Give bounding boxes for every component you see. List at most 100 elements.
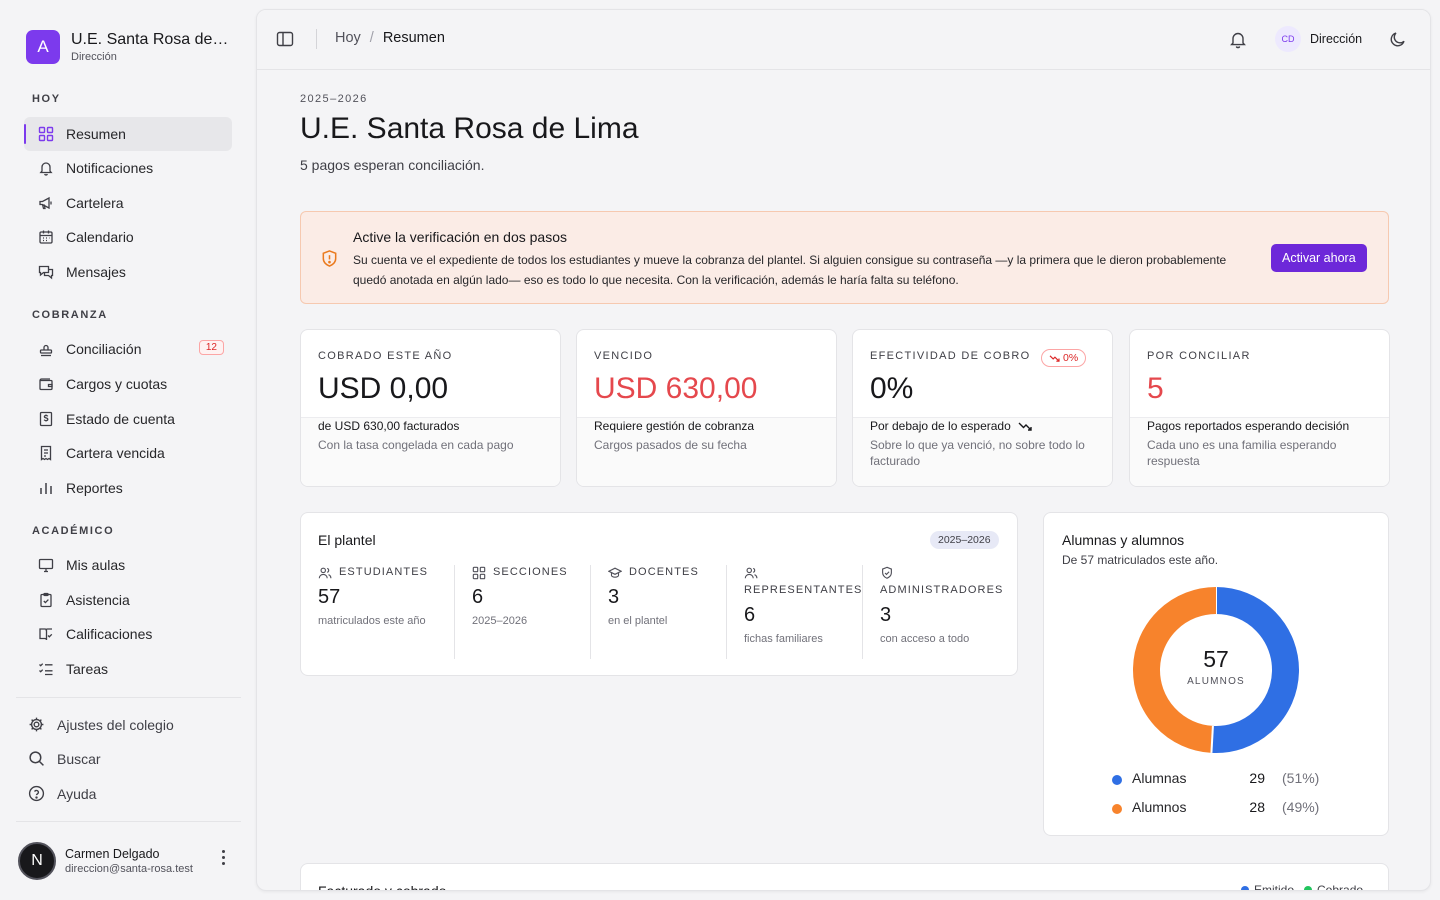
sidebar-item-calificaciones[interactable]: Calificaciones	[24, 617, 232, 651]
metric-docentes: DOCENTES 3 en el plantel	[608, 566, 699, 627]
stat-sub: Requiere gestión de cobranza	[594, 419, 755, 433]
sidebar-item-cargos-y-cuotas[interactable]: Cargos y cuotas	[24, 367, 232, 401]
search-icon	[29, 751, 44, 766]
page-title: U.E. Santa Rosa de Lima	[300, 112, 639, 145]
sidebar-item-cartera-vencida[interactable]: Cartera vencida	[24, 436, 232, 470]
school-switcher[interactable]: A U.E. Santa Rosa de Lima Dirección	[26, 30, 231, 64]
legend-percent: (51%)	[1282, 770, 1320, 786]
legend-item-alumnos: Alumnos 28 (49%)	[1112, 799, 1332, 819]
legend-swatch	[1304, 886, 1313, 890]
breadcrumb-separator: /	[369, 30, 374, 46]
help-circle-icon	[28, 785, 45, 802]
account-menu[interactable]: CD Dirección	[1275, 26, 1362, 52]
legend-swatch	[1112, 775, 1122, 785]
stamp-icon	[39, 344, 53, 357]
card-title: Facturado y cobrado	[318, 883, 447, 891]
stat-note: Cada uno es una familia esperando respue…	[1147, 438, 1337, 468]
sidebar-item-calendario[interactable]: Calendario	[24, 220, 232, 254]
more-vertical-icon[interactable]	[216, 848, 230, 866]
trend-badge: 0%	[1041, 349, 1087, 367]
wallet-icon	[39, 378, 53, 391]
divider	[16, 821, 241, 822]
sidebar-item-tareas[interactable]: Tareas	[24, 652, 232, 686]
card-subtitle: De 57 matriculados este año.	[1062, 553, 1219, 567]
divider	[454, 565, 455, 659]
sidebar-item-label: Estado de cuenta	[66, 411, 175, 427]
stat-note: Cargos pasados de su fecha	[594, 438, 747, 452]
nav-section-hoy: HOY	[32, 93, 61, 105]
users-icon	[744, 567, 758, 579]
sidebar-item-resumen[interactable]: Resumen	[24, 117, 232, 151]
messages-icon	[38, 265, 54, 280]
sidebar-item-cartelera[interactable]: Cartelera	[24, 186, 232, 220]
school-role: Dirección	[71, 51, 117, 63]
sidebar-item-label: Reportes	[66, 480, 123, 496]
chart-legend: Emitido Cobrado	[1241, 883, 1363, 890]
gender-card: Alumnas y alumnos De 57 matriculados est…	[1043, 512, 1389, 836]
plantel-card: El plantel 2025–2026 ESTUDIANTES 57 matr…	[300, 512, 1018, 676]
breadcrumb-hoy[interactable]: Hoy	[335, 30, 361, 46]
sidebar-item-label: Asistencia	[66, 592, 130, 608]
metric-representantes: REPRESENTANTES 6 fichas familiares	[744, 565, 880, 657]
alert-title: Active la verificación en dos pasos	[353, 229, 567, 245]
breadcrumb-current: Resumen	[382, 30, 445, 46]
moon-icon[interactable]	[1388, 29, 1408, 49]
stat-sub: de USD 630,00 facturados	[318, 419, 460, 433]
sidebar-item-notificaciones[interactable]: Notificaciones	[24, 151, 232, 185]
sidebar-item-label: Cargos y cuotas	[66, 376, 168, 392]
stat-sub: Por debajo de lo esperado	[870, 419, 1033, 433]
list-checks-icon	[39, 663, 53, 676]
megaphone-icon	[39, 196, 52, 210]
stat-label: POR CONCILIAR	[1147, 350, 1251, 362]
users-icon	[318, 567, 332, 579]
user-name: Carmen Delgado	[65, 847, 160, 861]
sidebar-item-reportes[interactable]: Reportes	[24, 471, 232, 505]
sidebar-item-mis-aulas[interactable]: Mis aulas	[24, 548, 232, 582]
sidebar-item-conciliacion[interactable]: Conciliación 12	[24, 332, 232, 366]
sidebar: A U.E. Santa Rosa de Lima Dirección HOY …	[0, 0, 256, 900]
book-check-icon	[39, 628, 53, 641]
sidebar-item-buscar[interactable]: Buscar	[28, 750, 101, 767]
school-year: 2025–2026	[300, 93, 368, 105]
user-profile[interactable]: N Carmen Delgado direccion@santa-rosa.te…	[18, 842, 193, 880]
stat-note: Sobre lo que ya venció, no sobre todo lo…	[870, 438, 1085, 468]
metric-administradores: ADMINISTRADORES 3 con acceso a todo	[880, 565, 1016, 657]
activate-2fa-button[interactable]: Activar ahora	[1271, 244, 1367, 272]
divider	[726, 565, 727, 659]
sidebar-item-label: Resumen	[66, 126, 126, 142]
stat-sub: Pagos reportados esperando decisión	[1147, 419, 1350, 433]
sidebar-item-label: Tareas	[66, 661, 109, 677]
sidebar-toggle-icon[interactable]	[275, 29, 295, 49]
sidebar-item-estado-de-cuenta[interactable]: Estado de cuenta	[24, 402, 232, 436]
trending-down-icon	[1049, 354, 1060, 362]
sidebar-item-label: Ajustes del colegio	[57, 716, 174, 733]
legend-item-cobrado: Cobrado	[1304, 883, 1363, 890]
main-panel: Hoy / Resumen CD Dirección 2025–2026 U.E…	[256, 9, 1431, 891]
sidebar-item-label: Notificaciones	[66, 160, 154, 176]
sidebar-item-mensajes[interactable]: Mensajes	[24, 255, 232, 289]
year-pill: 2025–2026	[930, 531, 999, 549]
stat-value: 0%	[870, 372, 914, 405]
sidebar-item-label: Conciliación	[66, 341, 142, 357]
sidebar-item-ayuda[interactable]: Ayuda	[28, 785, 96, 802]
donut-total-label: ALUMNOS	[1187, 676, 1245, 687]
stat-note: Con la tasa congelada en cada pago	[318, 438, 514, 452]
sidebar-item-label: Mensajes	[66, 264, 126, 280]
sidebar-item-label: Calendario	[66, 229, 134, 245]
sidebar-item-label: Mis aulas	[66, 557, 126, 573]
clipboard-check-icon	[40, 592, 52, 608]
sidebar-item-ajustes[interactable]: Ajustes del colegio	[28, 716, 174, 733]
shield-alert-icon	[322, 250, 337, 267]
sidebar-item-asistencia[interactable]: Asistencia	[24, 583, 232, 617]
bar-chart-icon	[40, 483, 52, 494]
alert-body: Su cuenta ve el expediente de todos los …	[353, 253, 1227, 287]
bell-icon[interactable]	[1228, 29, 1248, 49]
monitor-icon	[38, 558, 54, 573]
legend-swatch	[1112, 804, 1122, 814]
receipt-overdue-icon	[40, 445, 52, 461]
breadcrumb: Hoy / Resumen	[335, 30, 445, 46]
stat-card-efectividad: EFECTIVIDAD DE COBRO 0% 0% Por debajo de…	[852, 329, 1113, 487]
grid-icon	[472, 566, 486, 580]
stat-value: 5	[1147, 372, 1164, 405]
nav-section-cobranza: COBRANZA	[32, 309, 108, 321]
